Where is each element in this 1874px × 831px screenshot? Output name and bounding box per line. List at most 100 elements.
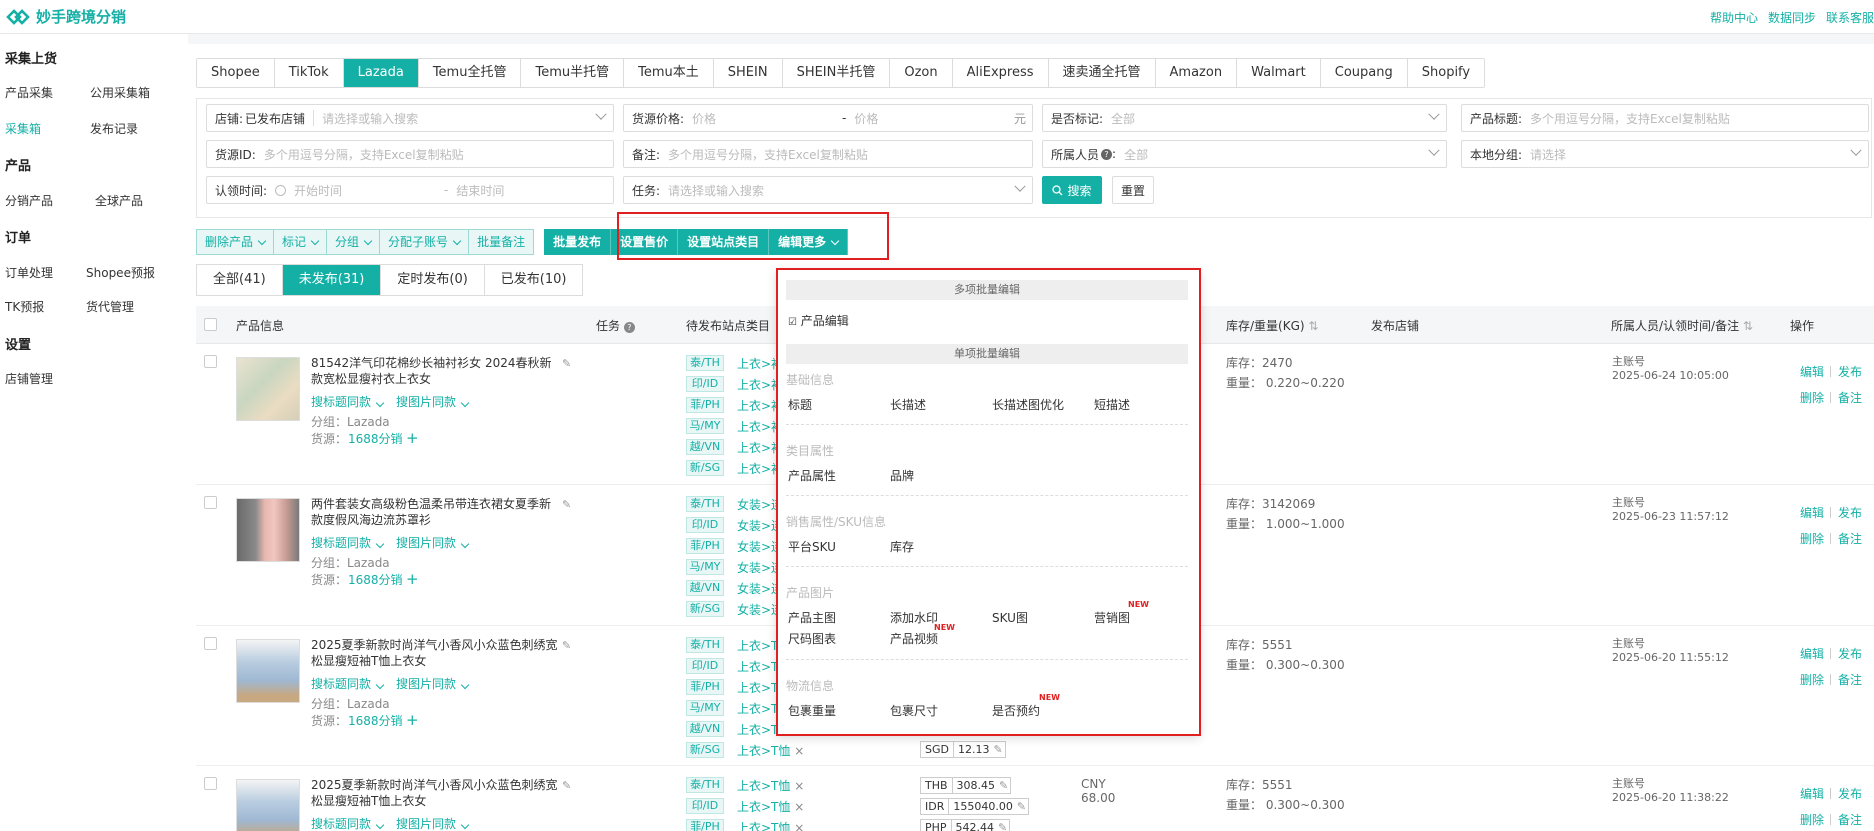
price-min-input[interactable]: 价格 xyxy=(684,110,834,127)
product-title[interactable]: 2025夏季新款时尚洋气小香风小众蓝色刺绣宽松显瘦短袖T恤上衣女 xyxy=(311,777,561,809)
product-title[interactable]: 81542洋气印花棉纱长袖衬衫女 2024春秋新款宽松显瘦衬衣上衣女 xyxy=(311,355,561,387)
row-checkbox[interactable] xyxy=(204,637,217,650)
tab-amazon[interactable]: Amazon xyxy=(1155,59,1238,87)
source-id-input[interactable]: 货源ID: 多个用逗号分隔，支持Excel复制粘贴 xyxy=(206,140,614,168)
sidebar-item-public-box[interactable]: 公用采集箱 xyxy=(90,84,150,101)
search-title-same-link[interactable]: 搜标题同款 xyxy=(311,675,385,692)
search-title-same-link[interactable]: 搜标题同款 xyxy=(311,815,385,831)
tab-sumaitong-full[interactable]: 速卖通全托管 xyxy=(1048,59,1156,87)
publish-button[interactable]: 发布 xyxy=(1838,785,1862,802)
group-select[interactable]: 本地分组: 请选择 xyxy=(1461,140,1869,168)
edit-button[interactable]: 编辑 xyxy=(1800,645,1824,662)
help-link[interactable]: 帮助中心 xyxy=(1710,9,1758,26)
add-icon[interactable]: + xyxy=(406,429,419,447)
add-icon[interactable]: + xyxy=(406,570,419,588)
owner-select[interactable]: 所属人员 ? : 全部 xyxy=(1042,140,1447,168)
contact-link[interactable]: 联系客服 xyxy=(1826,9,1874,26)
sync-link[interactable]: 数据同步 xyxy=(1768,9,1816,26)
publish-button[interactable]: 发布 xyxy=(1838,363,1862,380)
mark-select[interactable]: 是否标记: 全部 xyxy=(1042,104,1447,132)
search-image-same-link[interactable]: 搜图片同款 xyxy=(396,815,470,831)
sidebar-item-global[interactable]: 全球产品 xyxy=(95,192,143,209)
assign-subaccount-button[interactable]: 分配子账号 xyxy=(380,230,470,254)
search-button[interactable]: 搜索 xyxy=(1042,176,1102,204)
store-select[interactable]: 店铺: 已发布店铺 请选择或输入搜索 xyxy=(206,104,614,132)
tab-scheduled[interactable]: 定时发布(0) xyxy=(381,265,485,295)
sidebar-item-store-manage[interactable]: 店铺管理 xyxy=(5,370,53,387)
price-sgd[interactable]: SGD 12.13 ✎ xyxy=(920,741,1006,758)
tab-temu-local[interactable]: Temu本土 xyxy=(624,59,714,87)
edit-button[interactable]: 编辑 xyxy=(1800,504,1824,521)
note-button[interactable]: 备注 xyxy=(1838,671,1862,688)
source-link[interactable]: 1688分销 xyxy=(348,430,403,447)
site-category[interactable]: 上衣>T恤 × xyxy=(737,742,804,759)
tab-shein[interactable]: SHEIN xyxy=(713,59,783,87)
tab-shein-half[interactable]: SHEIN半托管 xyxy=(782,59,891,87)
title-input[interactable]: 产品标题: 多个用逗号分隔，支持Excel复制粘贴 xyxy=(1461,104,1869,132)
price-max-input[interactable]: 价格 xyxy=(846,110,996,127)
row-checkbox[interactable] xyxy=(204,496,217,509)
sidebar-item-tk-forecast[interactable]: TK预报 xyxy=(5,298,44,315)
delete-button[interactable]: 删除 xyxy=(1800,671,1824,688)
product-title[interactable]: 两件套装女高级粉色温柔吊带连衣裙女夏季新款度假风海边流苏罩衫 xyxy=(311,496,561,528)
price-thb[interactable]: THB 308.45 ✎ xyxy=(920,777,1012,794)
note-button[interactable]: 备注 xyxy=(1838,389,1862,406)
tab-tiktok[interactable]: TikTok xyxy=(274,59,344,87)
row-checkbox[interactable] xyxy=(204,777,217,790)
search-title-same-link[interactable]: 搜标题同款 xyxy=(311,393,385,410)
tab-coupang[interactable]: Coupang xyxy=(1320,59,1408,87)
sidebar-item-product-collect[interactable]: 产品采集 xyxy=(5,84,53,101)
product-thumbnail[interactable] xyxy=(236,639,300,703)
sidebar-item-collect-box[interactable]: 采集箱 xyxy=(5,120,41,137)
tab-published[interactable]: 已发布(10) xyxy=(485,265,583,295)
delete-button[interactable]: 删除 xyxy=(1800,811,1824,828)
delete-button[interactable]: 删除 xyxy=(1800,389,1824,406)
site-category[interactable]: 上衣>T恤 × xyxy=(737,819,804,831)
select-all-checkbox[interactable] xyxy=(204,318,217,331)
source-link[interactable]: 1688分销 xyxy=(348,571,403,588)
task-select[interactable]: 任务: 请选择或输入搜索 xyxy=(623,176,1033,204)
tab-temu-full[interactable]: Temu全托管 xyxy=(418,59,522,87)
sidebar-item-forwarder[interactable]: 货代管理 xyxy=(86,298,134,315)
sidebar-item-order-process[interactable]: 订单处理 xyxy=(5,264,53,281)
add-icon[interactable]: + xyxy=(406,711,419,729)
source-link[interactable]: 1688分销 xyxy=(348,712,403,729)
edit-icon[interactable]: ✎ xyxy=(562,639,571,652)
edit-icon[interactable]: ✎ xyxy=(562,779,571,792)
tab-lazada[interactable]: Lazada xyxy=(343,59,419,87)
batch-publish-button[interactable]: 批量发布 xyxy=(544,229,612,255)
sidebar-item-shopee-forecast[interactable]: Shopee预报 xyxy=(86,264,155,281)
edit-button[interactable]: 编辑 xyxy=(1800,785,1824,802)
product-title[interactable]: 2025夏季新款时尚洋气小香风小众蓝色刺绣宽松显瘦短袖T恤上衣女 xyxy=(311,637,561,669)
tab-aliexpress[interactable]: AliExpress xyxy=(952,59,1049,87)
tab-unpublished[interactable]: 未发布(31) xyxy=(282,265,382,295)
tab-temu-half[interactable]: Temu半托管 xyxy=(521,59,625,87)
tab-shopee[interactable]: Shopee xyxy=(197,59,275,87)
edit-icon[interactable]: ✎ xyxy=(562,357,571,370)
tab-walmart[interactable]: Walmart xyxy=(1237,59,1321,87)
note-button[interactable]: 备注 xyxy=(1838,811,1862,828)
publish-button[interactable]: 发布 xyxy=(1838,645,1862,662)
search-image-same-link[interactable]: 搜图片同款 xyxy=(396,675,470,692)
product-thumbnail[interactable] xyxy=(236,357,300,421)
edit-button[interactable]: 编辑 xyxy=(1800,363,1824,380)
search-image-same-link[interactable]: 搜图片同款 xyxy=(396,393,470,410)
note-input[interactable]: 备注: 多个用逗号分隔，支持Excel复制粘贴 xyxy=(623,140,1033,168)
mark-button[interactable]: 标记 xyxy=(274,230,328,254)
edit-icon[interactable]: ✎ xyxy=(562,498,571,511)
sidebar-item-publish-log[interactable]: 发布记录 xyxy=(90,120,138,137)
price-range[interactable]: 货源价格: 价格 - 价格 元 xyxy=(623,104,1033,132)
site-category[interactable]: 上衣>T恤 × xyxy=(737,798,804,815)
search-image-same-link[interactable]: 搜图片同款 xyxy=(396,534,470,551)
price-idr[interactable]: IDR 155040.00 ✎ xyxy=(920,798,1030,815)
delete-product-button[interactable]: 删除产品 xyxy=(197,230,275,254)
tab-all[interactable]: 全部(41) xyxy=(197,265,283,295)
search-title-same-link[interactable]: 搜标题同款 xyxy=(311,534,385,551)
delete-button[interactable]: 删除 xyxy=(1800,530,1824,547)
site-category[interactable]: 上衣>T恤 × xyxy=(737,777,804,794)
product-thumbnail[interactable] xyxy=(236,779,300,831)
note-button[interactable]: 备注 xyxy=(1838,530,1862,547)
row-checkbox[interactable] xyxy=(204,355,217,368)
group-button[interactable]: 分组 xyxy=(327,230,381,254)
reset-button[interactable]: 重置 xyxy=(1112,176,1154,204)
